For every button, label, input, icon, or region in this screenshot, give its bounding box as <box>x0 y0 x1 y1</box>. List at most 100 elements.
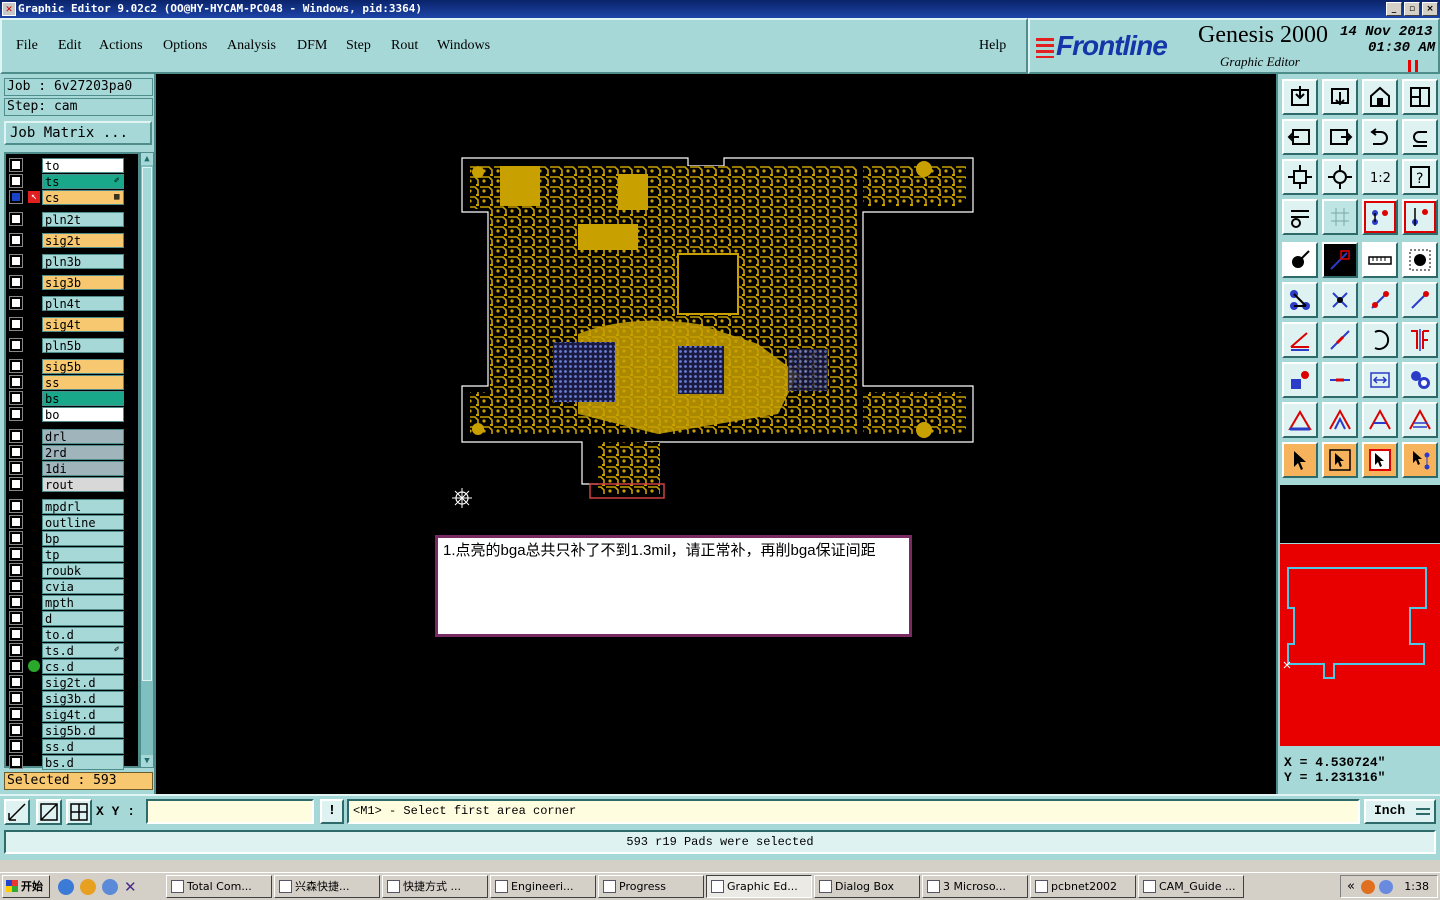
layer-name[interactable]: 2rd <box>42 445 124 460</box>
layer-row[interactable]: pln5b <box>6 338 138 353</box>
layer-checkbox[interactable] <box>9 563 23 577</box>
layer-name[interactable]: 1di <box>42 461 124 476</box>
pad-snap-icon[interactable] <box>1282 362 1318 398</box>
pointer-select-icon[interactable] <box>1362 442 1398 478</box>
layer-row[interactable]: bs <box>6 391 138 406</box>
triangle-vertex-icon[interactable] <box>1322 402 1358 438</box>
taskbar-button[interactable]: CAM_Guide ... <box>1138 875 1244 898</box>
layer-name[interactable]: tp <box>42 547 124 562</box>
horizontal-line-icon[interactable] <box>1322 362 1358 398</box>
measure-angle-icon[interactable] <box>1322 242 1358 278</box>
layer-row[interactable]: bo <box>6 407 138 422</box>
layer-name[interactable]: bs.d <box>42 755 124 770</box>
menu-edit[interactable]: Edit <box>58 38 81 54</box>
layer-name[interactable]: pln5b <box>42 338 124 353</box>
restore-button[interactable]: ▫ <box>1404 2 1420 16</box>
layer-row[interactable]: bs.d <box>6 755 138 770</box>
layer-name[interactable]: sig4t <box>42 317 124 332</box>
pan-right-icon[interactable] <box>1322 119 1358 155</box>
taskbar-button[interactable]: 兴森快捷... <box>274 875 380 898</box>
layer-row[interactable]: sig3b <box>6 275 138 290</box>
layer-checkbox[interactable] <box>9 707 23 721</box>
quicklaunch-icon[interactable] <box>80 879 96 895</box>
layer-checkbox[interactable] <box>9 515 23 529</box>
menu-rout[interactable]: Rout <box>391 38 418 54</box>
home-icon[interactable] <box>1362 79 1398 115</box>
angle-mode-icon[interactable] <box>36 799 62 825</box>
taskbar-button[interactable]: Dialog Box <box>814 875 920 898</box>
arc-icon[interactable] <box>1362 322 1398 358</box>
help-query-icon[interactable]: ? <box>1402 159 1438 195</box>
layer-name[interactable]: sig3b <box>42 275 124 290</box>
menu-options[interactable]: Options <box>163 38 207 54</box>
tray-network-icon[interactable] <box>1379 880 1393 894</box>
affected-layer-icon[interactable] <box>28 660 40 672</box>
layer-list[interactable]: to ts ✐ ↖ cs ▦ pln2t sig2t pln3b sig3b pln4t sig4t p… <box>4 152 140 770</box>
layer-row[interactable]: pln3b <box>6 254 138 269</box>
layer-name[interactable]: ts.d <box>42 643 124 658</box>
line-snap-icon[interactable] <box>1362 282 1398 318</box>
layer-row[interactable]: roubk <box>6 563 138 578</box>
pause-icon[interactable] <box>1408 60 1418 72</box>
job-matrix-button[interactable]: Job Matrix ... <box>4 121 152 145</box>
zoom-in-icon[interactable] <box>1322 79 1358 115</box>
scroll-down-icon[interactable]: ▼ <box>141 755 153 767</box>
layer-name[interactable]: roubk <box>42 563 124 578</box>
layer-row[interactable]: outline <box>6 515 138 530</box>
layer-name[interactable]: sig5b.d <box>42 723 124 738</box>
scale-1-2-icon[interactable]: 1:2 <box>1362 159 1398 195</box>
measure-pad-icon[interactable] <box>1282 242 1318 278</box>
layer-checkbox[interactable] <box>9 531 23 545</box>
select-pad-icon[interactable] <box>1402 242 1438 278</box>
scroll-thumb[interactable] <box>142 167 152 681</box>
layer-checkbox[interactable] <box>9 338 23 352</box>
net-snap-2-icon[interactable] <box>1402 199 1438 235</box>
undo-view-icon[interactable] <box>1362 119 1398 155</box>
layer-name[interactable]: ss <box>42 375 124 390</box>
net-snap-icon[interactable] <box>1362 199 1398 235</box>
layer-row[interactable]: sig5b.d <box>6 723 138 738</box>
layer-row[interactable]: sig5b <box>6 359 138 374</box>
layer-name[interactable]: sig2t.d <box>42 675 124 690</box>
ie-icon[interactable] <box>58 879 74 895</box>
layer-row[interactable]: sig3b.d <box>6 691 138 706</box>
layer-row[interactable]: bp <box>6 531 138 546</box>
layer-name[interactable]: cs <box>42 190 124 205</box>
pointer-box-icon[interactable] <box>1322 442 1358 478</box>
layer-name[interactable]: outline <box>42 515 124 530</box>
layer-checkbox[interactable] <box>9 445 23 459</box>
taskbar-button[interactable]: pcbnet2002 <box>1030 875 1136 898</box>
layer-checkbox[interactable] <box>9 296 23 310</box>
layer-name[interactable]: sig5b <box>42 359 124 374</box>
layer-checkbox[interactable] <box>9 499 23 513</box>
layer-name[interactable]: ss.d <box>42 739 124 754</box>
layer-checkbox[interactable] <box>9 691 23 705</box>
fit-screen-icon[interactable] <box>1282 159 1318 195</box>
layer-settings-icon[interactable] <box>1282 199 1318 235</box>
layer-row[interactable]: sig2t.d <box>6 675 138 690</box>
layer-checkbox[interactable] <box>9 407 23 421</box>
menu-dfm[interactable]: DFM <box>297 38 327 54</box>
layer-checkbox[interactable] <box>9 755 23 769</box>
layer-checkbox[interactable] <box>9 643 23 657</box>
layer-name[interactable]: pln2t <box>42 212 124 227</box>
taskbar-button[interactable]: Graphic Ed... <box>706 875 812 898</box>
net-connect-icon[interactable] <box>1282 282 1318 318</box>
graphic-canvas[interactable] <box>158 74 1276 794</box>
zoom-area-icon[interactable] <box>1322 159 1358 195</box>
layer-checkbox[interactable] <box>9 547 23 561</box>
triangle-mid-icon[interactable] <box>1362 402 1398 438</box>
layer-name[interactable]: mpth <box>42 595 124 610</box>
layer-checkbox[interactable] <box>9 477 23 491</box>
layer-name[interactable]: sig4t.d <box>42 707 124 722</box>
xy-input[interactable] <box>146 799 314 824</box>
menu-actions[interactable]: Actions <box>99 38 143 54</box>
tray-expand-icon[interactable]: « <box>1347 879 1355 894</box>
scroll-up-icon[interactable]: ▲ <box>141 153 153 165</box>
layer-row[interactable]: sig2t <box>6 233 138 248</box>
title-bar[interactable]: ✕ Graphic Editor 9.02c2 (OO@HY-HYCAM-PC0… <box>0 0 1440 18</box>
layer-checkbox[interactable] <box>9 675 23 689</box>
taskbar-button[interactable]: Engineeri... <box>490 875 596 898</box>
layer-row[interactable]: tp <box>6 547 138 562</box>
layer-name[interactable]: to.d <box>42 627 124 642</box>
